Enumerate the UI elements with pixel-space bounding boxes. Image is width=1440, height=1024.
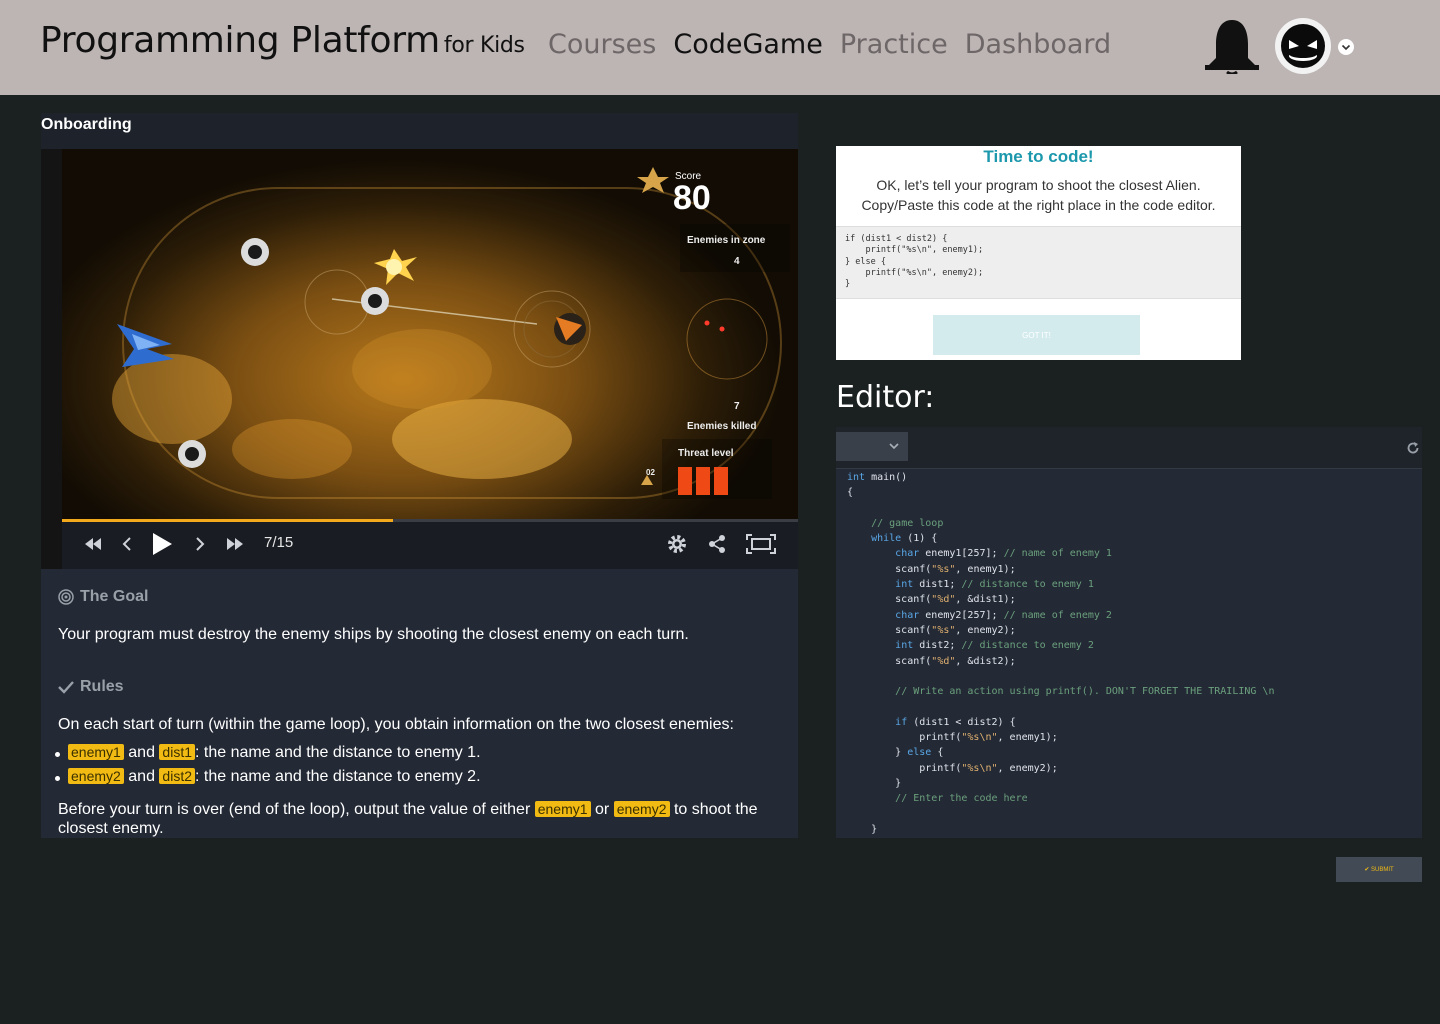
- play-icon[interactable]: [150, 532, 174, 556]
- editor-toolbar: [836, 427, 1422, 469]
- threat-bar-2: [696, 467, 710, 495]
- bell-icon[interactable]: [1204, 18, 1260, 74]
- playback-controls: 7/15: [62, 519, 798, 569]
- step-forward-icon[interactable]: [194, 536, 206, 552]
- popup-line-1: OK, let’s tell your program to shoot the…: [876, 177, 1201, 193]
- brand-logo[interactable]: Programming Platform for Kids: [40, 20, 525, 61]
- var-tag: enemy1: [68, 744, 124, 760]
- main-nav: Courses CodeGame Practice Dashboard: [548, 29, 1111, 60]
- user-menu-toggle[interactable]: [1338, 39, 1354, 55]
- threat-bar-1: [678, 467, 692, 495]
- nav-courses[interactable]: Courses: [548, 29, 656, 60]
- got-it-button[interactable]: GOT IT!: [933, 315, 1140, 355]
- threat-bar-3: [714, 467, 728, 495]
- game-side-bar: [41, 149, 62, 569]
- fullscreen-icon[interactable]: [746, 534, 776, 554]
- rules-outro-or: or: [595, 801, 610, 818]
- popup-line-2: Copy/Paste this code at the right place …: [861, 197, 1216, 213]
- onboarding-title-bar: Onboarding: [41, 113, 798, 149]
- var-tag: enemy1: [534, 801, 591, 817]
- game-viewer[interactable]: Score 80 Enemies in zone 4 7 Enemies kil…: [41, 149, 798, 569]
- code-editor[interactable]: int main() { // game loop while (1) { ch…: [836, 427, 1422, 838]
- skip-to-end-icon[interactable]: [226, 536, 244, 552]
- progress-fill: [62, 519, 394, 522]
- score-value: 80: [673, 179, 711, 217]
- progress-track[interactable]: [62, 519, 798, 522]
- goal-heading-text: The Goal: [80, 588, 149, 605]
- enemies-in-zone-count: 4: [734, 256, 740, 267]
- var-tag: enemy2: [68, 768, 124, 784]
- submit-button[interactable]: ✔ SUBMIT: [1336, 857, 1422, 882]
- brand-subtitle: for Kids: [443, 33, 525, 58]
- submit-label: SUBMIT: [1371, 867, 1394, 873]
- language-select[interactable]: [836, 432, 908, 461]
- avatar[interactable]: [1275, 18, 1331, 74]
- threat-level-label: Threat level: [678, 448, 734, 459]
- rules-heading-text: Rules: [80, 678, 124, 695]
- rules-outro: Before your turn is over (end of the loo…: [58, 799, 758, 820]
- enemies-killed-label: Enemies killed: [687, 421, 757, 432]
- time-to-code-popup: Time to code! OK, let’s tell your progra…: [836, 146, 1241, 360]
- var-tag: dist2: [159, 768, 195, 784]
- goal-heading: The Goal: [58, 588, 148, 606]
- nav-codegame[interactable]: CodeGame: [673, 29, 823, 60]
- rules-outro-part1: Before your turn is over (end of the loo…: [58, 801, 531, 818]
- frame-counter: 7/15: [264, 534, 294, 551]
- check-icon: ✔: [1364, 867, 1372, 873]
- var-tag: enemy2: [613, 801, 670, 817]
- rule-joiner: and: [128, 768, 155, 785]
- game-scene[interactable]: Score 80 Enemies in zone 4 7 Enemies kil…: [62, 149, 798, 519]
- popup-code-snippet[interactable]: if (dist1 < dist2) { printf("%s\n", enem…: [836, 226, 1241, 299]
- rule-joiner: and: [128, 744, 155, 761]
- nav-practice[interactable]: Practice: [840, 29, 948, 60]
- skip-to-start-icon[interactable]: [84, 536, 102, 552]
- editor-title: Editor:: [836, 380, 935, 415]
- goal-text: Your program must destroy the enemy ship…: [58, 626, 689, 643]
- chevron-down-icon: [1341, 44, 1351, 51]
- top-header: Programming Platform for Kids Courses Cod…: [0, 0, 1440, 95]
- score-display: Score 80: [667, 169, 787, 229]
- rules-heading: Rules: [58, 678, 124, 696]
- share-icon[interactable]: [707, 534, 727, 554]
- var-tag: dist1: [159, 744, 195, 760]
- onboarding-title: Onboarding: [41, 116, 132, 133]
- brand-title: Programming Platform: [40, 20, 440, 61]
- chevron-down-icon: [889, 443, 899, 450]
- popup-text: OK, let’s tell your program to shoot the…: [836, 175, 1241, 215]
- statement-panel: The Goal Your program must destroy the e…: [41, 569, 798, 838]
- rules-intro: On each start of turn (within the game l…: [58, 716, 734, 733]
- nav-dashboard[interactable]: Dashboard: [965, 29, 1111, 60]
- rule-text: : the name and the distance to enemy 1.: [195, 744, 481, 761]
- check-icon: [58, 681, 74, 694]
- target-icon: [58, 589, 74, 605]
- settings-gear-icon[interactable]: [666, 533, 688, 555]
- rules-outro-part2: to shoot the: [673, 801, 758, 818]
- code-content[interactable]: int main() { // game loop while (1) { ch…: [847, 470, 1274, 837]
- rules-outro-end: closest enemy.: [58, 820, 164, 837]
- rule-text: : the name and the distance to enemy 2.: [195, 768, 481, 785]
- popup-title: Time to code!: [983, 147, 1094, 166]
- enemies-in-zone-label: Enemies in zone: [687, 235, 766, 246]
- threat-level-code: 02: [646, 468, 655, 477]
- reset-icon[interactable]: [1406, 441, 1420, 455]
- rule-item-1: enemy1 and dist1: the name and the dista…: [55, 744, 481, 762]
- step-back-icon[interactable]: [121, 536, 133, 552]
- avatar-icon: [1281, 24, 1325, 68]
- rule-item-2: enemy2 and dist2: the name and the dista…: [55, 768, 481, 786]
- enemies-killed-count: 7: [734, 401, 740, 412]
